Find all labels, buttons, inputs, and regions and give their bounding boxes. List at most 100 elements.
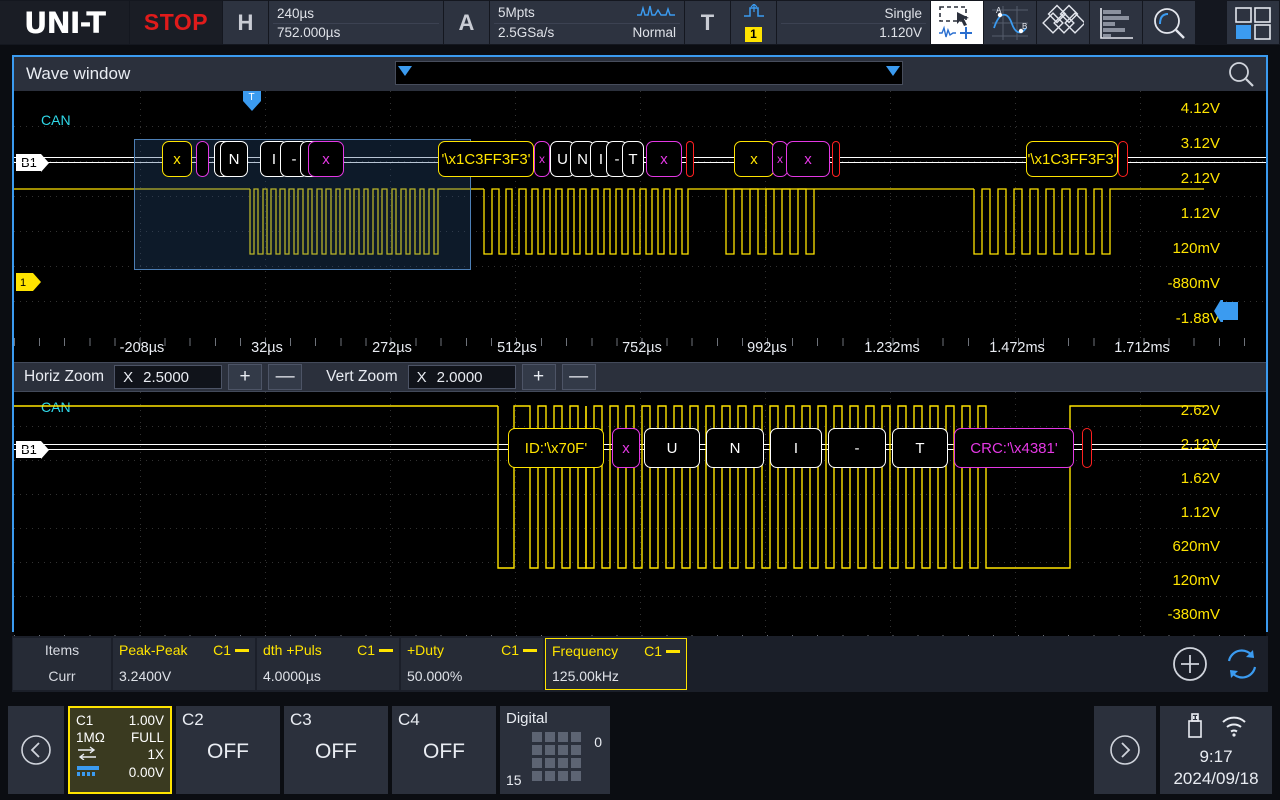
- vert-zoom-decrease-button[interactable]: —: [562, 364, 596, 390]
- decode-packet[interactable]: CRC:'\x4381': [954, 428, 1074, 468]
- clock-time: 9:17: [1199, 746, 1232, 768]
- usb-icon[interactable]: [1184, 711, 1206, 744]
- measurement-item-header: dth +PulsC1: [263, 638, 393, 662]
- trigger-source-badge: 1: [745, 27, 762, 42]
- c3-name: C3: [290, 710, 382, 730]
- decode-packet[interactable]: U: [644, 428, 700, 468]
- channel-card-c4[interactable]: C4 OFF: [392, 706, 496, 794]
- status-box: 9:17 2024/09/18: [1160, 706, 1272, 794]
- decode-packet[interactable]: x: [534, 141, 550, 177]
- svg-text:A: A: [996, 6, 1002, 15]
- decode-packet[interactable]: [196, 141, 209, 177]
- decode-packet[interactable]: x: [308, 141, 344, 177]
- decode-packet[interactable]: N: [706, 428, 764, 468]
- decode-packet[interactable]: x: [612, 428, 640, 468]
- measurement-item-channel: C1: [501, 642, 519, 658]
- decode-packet[interactable]: [686, 141, 694, 177]
- run-state-label: STOP: [144, 9, 208, 36]
- time-tick-label: 1.712ms: [1114, 340, 1170, 356]
- math-ab-icon[interactable]: A B: [984, 1, 1036, 44]
- acquire-indicator-letter[interactable]: A: [444, 1, 489, 44]
- decode-packet[interactable]: '\x1C3FF3F3': [438, 141, 534, 177]
- layout-grid-icon[interactable]: [1227, 1, 1279, 44]
- next-page-button[interactable]: [1094, 706, 1156, 794]
- voltage-tick-label: 1.62V: [1181, 470, 1220, 487]
- time-tick-label: -208µs: [120, 340, 165, 356]
- trigger-source-cell[interactable]: 1: [731, 1, 776, 44]
- decode-packet[interactable]: [1118, 141, 1128, 177]
- wave-window-header: Wave window: [14, 57, 1266, 91]
- level-arrow-icon[interactable]: [1213, 300, 1239, 327]
- histogram-icon[interactable]: [1090, 1, 1142, 44]
- horiz-zoom-decrease-button[interactable]: —: [268, 364, 302, 390]
- trigger-level: 1.120V: [879, 23, 922, 42]
- waveform-overview-bar[interactable]: [395, 61, 903, 85]
- marker-left-icon[interactable]: [398, 66, 412, 76]
- measurement-item-value: 4.0000µs: [263, 662, 393, 690]
- zoom-waveform-plot[interactable]: CAN B1 ID:'\x70F'xUNI-TCRC:'\x4381' 2.62…: [14, 392, 1266, 635]
- prev-page-button[interactable]: [8, 706, 64, 794]
- horiz-zoom-field[interactable]: X 2.5000: [114, 365, 222, 389]
- decode-packet[interactable]: [832, 141, 840, 177]
- decode-packet[interactable]: T: [622, 141, 644, 177]
- acquire-settings[interactable]: 5Mpts 2.5GSa/s Normal: [490, 1, 684, 44]
- vert-zoom-field[interactable]: X 2.0000: [408, 365, 516, 389]
- channel-color-swatch: [523, 649, 537, 652]
- decode-packet[interactable]: '\x1C3FF3F3': [1026, 141, 1118, 177]
- trigger-sweep: Single: [884, 4, 922, 23]
- measurement-item[interactable]: +DutyC150.000%: [401, 638, 543, 690]
- wave-window: Wave window: [12, 55, 1268, 632]
- decode-packet[interactable]: ID:'\x70F': [508, 428, 604, 468]
- wifi-icon[interactable]: [1220, 713, 1248, 742]
- horizontal-settings[interactable]: 240µs 752.000µs: [269, 1, 443, 44]
- decode-packet[interactable]: x: [646, 141, 682, 177]
- measurement-row-headers: Items Curr: [13, 638, 111, 690]
- digital-top-index: 0: [594, 734, 602, 750]
- trigger-settings[interactable]: Single 1.120V: [777, 1, 930, 44]
- c1-impedance: 1MΩ: [76, 729, 105, 746]
- decode-packet[interactable]: x: [786, 141, 830, 177]
- run-state-button[interactable]: STOP: [130, 1, 222, 44]
- measurement-item[interactable]: FrequencyC1125.00kHz: [545, 638, 687, 690]
- decode-icon[interactable]: [1037, 1, 1089, 44]
- measurement-item-value: 3.2400V: [119, 662, 249, 690]
- horiz-zoom-increase-button[interactable]: +: [228, 364, 262, 390]
- c1-scale: 1.00V: [129, 712, 164, 729]
- time-tick-label: 992µs: [747, 340, 787, 356]
- bottom-bar: C1 1.00V 1MΩ FULL 1X: [0, 700, 1280, 800]
- measurement-curr-label: Curr: [13, 662, 111, 690]
- marker-right-icon[interactable]: [886, 66, 900, 76]
- channel-card-c3[interactable]: C3 OFF: [284, 706, 388, 794]
- horizontal-scale: 240µs: [277, 4, 314, 23]
- decode-packet[interactable]: N: [220, 141, 248, 177]
- vert-zoom-increase-button[interactable]: +: [522, 364, 556, 390]
- magnifier-icon[interactable]: [1226, 61, 1256, 92]
- c1-offset: 0.00V: [129, 764, 164, 782]
- measurement-item[interactable]: dth +PulsC14.0000µs: [257, 638, 399, 690]
- measure-cursor-icon[interactable]: [931, 1, 983, 44]
- decode-packet[interactable]: I: [770, 428, 822, 468]
- decode-packet[interactable]: x: [162, 141, 192, 177]
- trigger-indicator-letter[interactable]: T: [685, 1, 730, 44]
- search-zoom-icon[interactable]: [1143, 1, 1195, 44]
- measurement-item[interactable]: Peak-PeakC13.2400V: [113, 638, 255, 690]
- decode-packet[interactable]: T: [892, 428, 948, 468]
- channel-card-c1[interactable]: C1 1.00V 1MΩ FULL 1X: [68, 706, 172, 794]
- voltage-tick-label: 120mV: [1172, 572, 1220, 589]
- decode-packet[interactable]: -: [828, 428, 886, 468]
- main-waveform-plot[interactable]: T CAN B1 1: [14, 91, 1266, 338]
- measurement-item-channel: C1: [213, 642, 231, 658]
- measurement-items-label: Items: [13, 638, 111, 662]
- channel-card-c2[interactable]: C2 OFF: [176, 706, 280, 794]
- digital-card[interactable]: Digital 0 15: [500, 706, 610, 794]
- refresh-measurement-button[interactable]: [1216, 636, 1268, 692]
- measurement-item-header: Peak-PeakC1: [119, 638, 249, 662]
- brand-label: UNI-T: [24, 6, 105, 40]
- c2-name: C2: [182, 710, 274, 730]
- decode-packet[interactable]: [1082, 428, 1092, 468]
- horizontal-indicator-letter[interactable]: H: [223, 1, 268, 44]
- add-measurement-button[interactable]: [1164, 636, 1216, 692]
- c1-name: C1: [76, 712, 93, 729]
- decode-packet[interactable]: x: [734, 141, 774, 177]
- digital-bottom-index: 15: [506, 772, 522, 788]
